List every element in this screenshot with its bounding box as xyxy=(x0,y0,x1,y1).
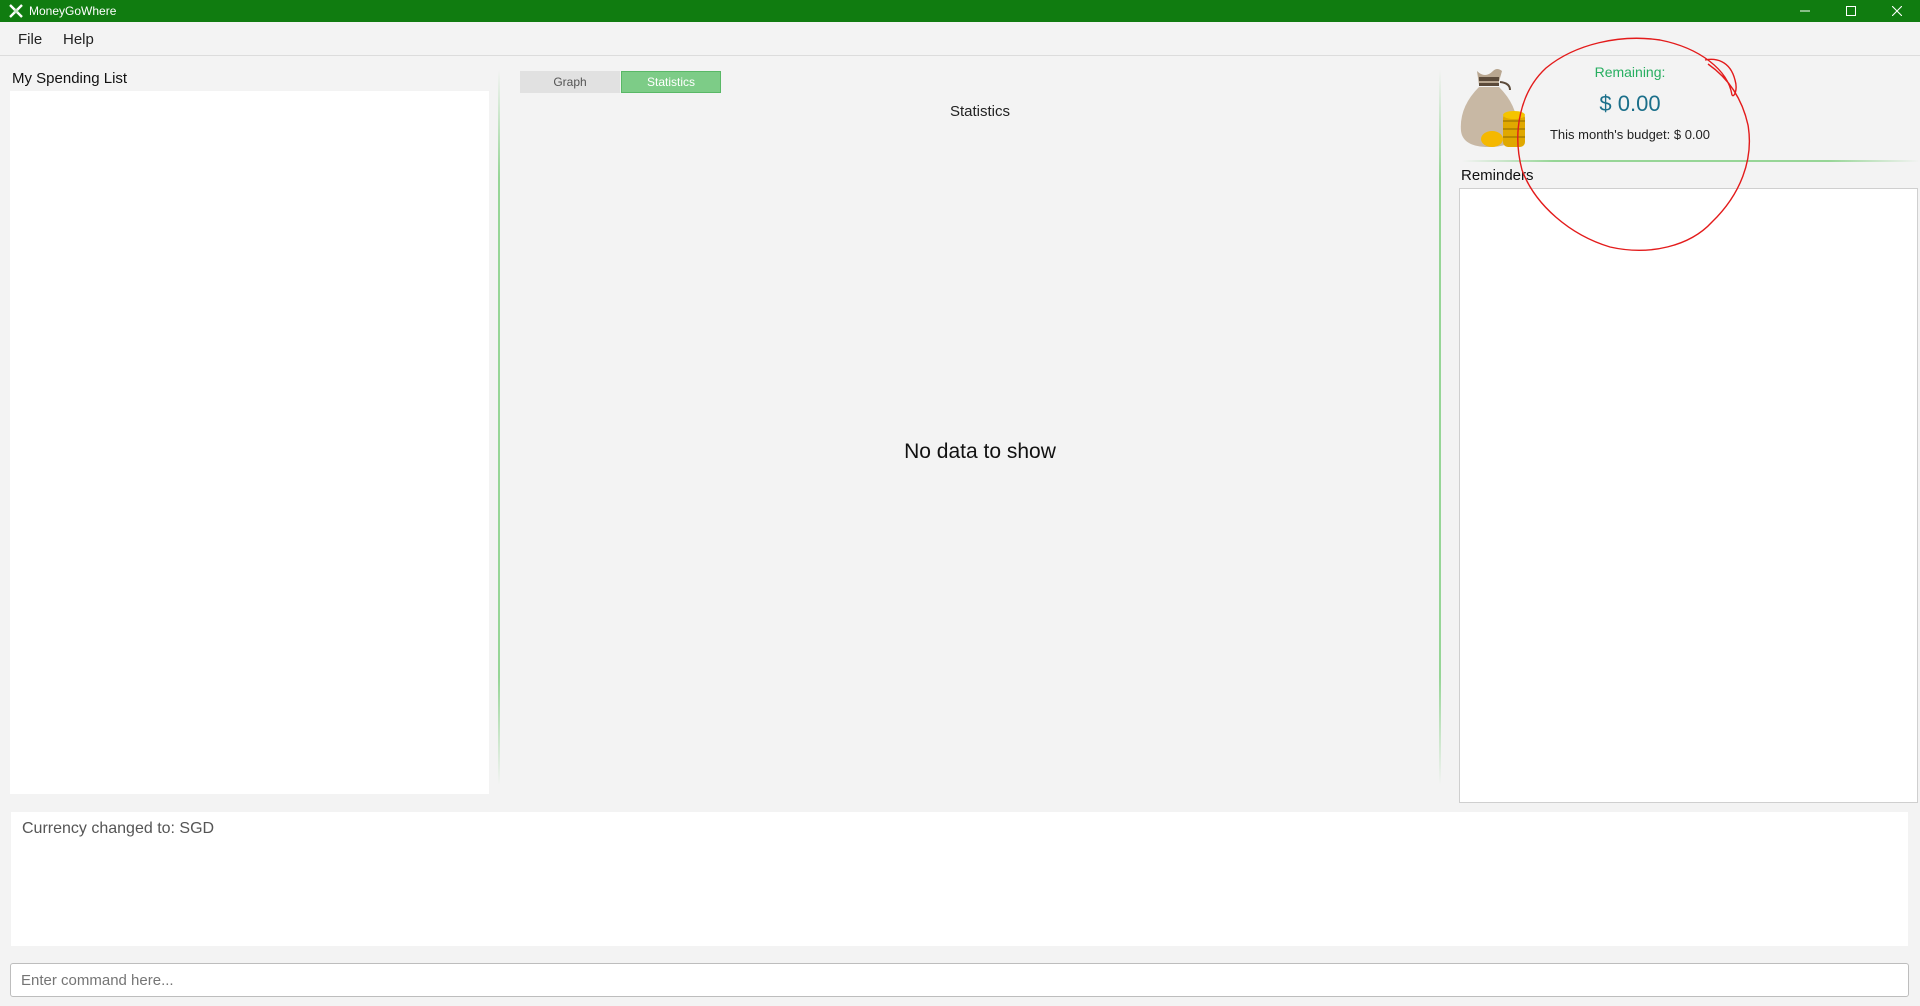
reminders-list[interactable] xyxy=(1459,188,1918,803)
menu-file[interactable]: File xyxy=(18,31,42,48)
spending-list[interactable] xyxy=(10,91,489,794)
app-logo-icon xyxy=(9,4,23,18)
monthly-budget: This month's budget: $ 0.00 xyxy=(1549,127,1711,142)
window-title: MoneyGoWhere xyxy=(29,4,117,18)
no-data-message: No data to show xyxy=(904,440,1056,463)
maximize-icon xyxy=(1846,6,1856,16)
command-input[interactable] xyxy=(10,963,1909,997)
right-divider xyxy=(1439,70,1441,785)
close-button[interactable] xyxy=(1874,0,1920,22)
minimize-button[interactable] xyxy=(1782,0,1828,22)
tab-graph[interactable]: Graph xyxy=(520,71,620,93)
remaining-label: Remaining: xyxy=(1594,64,1666,80)
reminders-title: Reminders xyxy=(1461,167,1534,184)
maximize-button[interactable] xyxy=(1828,0,1874,22)
menu-help[interactable]: Help xyxy=(63,31,94,48)
tab-graph-label: Graph xyxy=(553,75,587,89)
spending-list-title: My Spending List xyxy=(12,70,128,87)
statistics-heading: Statistics xyxy=(949,103,1010,120)
result-text: Currency changed to: SGD xyxy=(22,820,215,837)
close-icon xyxy=(1892,6,1902,16)
result-display: Currency changed to: SGD xyxy=(11,812,1908,946)
title-bar: MoneyGoWhere xyxy=(0,0,1920,22)
budget-divider xyxy=(1462,160,1920,162)
tab-statistics[interactable]: Statistics xyxy=(621,71,721,93)
minimize-icon xyxy=(1800,10,1810,12)
remaining-value: $ 0.00 xyxy=(1599,91,1661,116)
left-divider xyxy=(498,70,500,785)
tab-statistics-label: Statistics xyxy=(646,75,695,89)
menu-bar: File Help xyxy=(0,22,1920,56)
